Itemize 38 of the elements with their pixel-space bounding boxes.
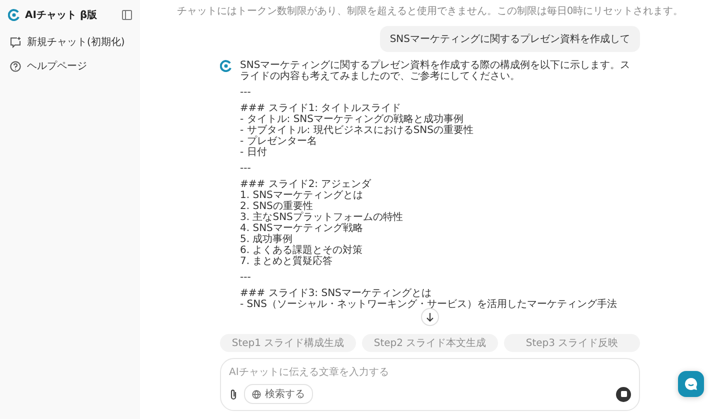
- stop-button[interactable]: [616, 386, 631, 402]
- message-line: 1. SNSマーケティングとは: [240, 190, 364, 201]
- message-line: 7. まとめと質疑応答: [240, 256, 334, 267]
- user-message: SNSマーケティングに関するプレゼン資料を作成して: [380, 26, 640, 52]
- message-line: SNSマーケティングに関するプレゼン資料を作成する際の構成例を以下に示します。スライドの内容も考えてみましたので、ご参考にしてください。: [240, 60, 632, 82]
- message-line: ---: [240, 163, 252, 174]
- message-line: 2. SNSの重要性: [240, 201, 314, 212]
- message-line: 5. 成功事例: [240, 234, 293, 245]
- message-line: ---: [240, 87, 252, 98]
- logo-icon: [8, 9, 20, 21]
- scroll-down-button[interactable]: [421, 308, 439, 326]
- message-line: - プレゼンター名: [240, 136, 318, 147]
- logo-icon: [220, 60, 232, 72]
- message-line: ### スライド2: アジェンダ: [240, 179, 372, 190]
- message-line: 3. 主なSNSプラットフォームの特性: [240, 212, 404, 223]
- stop-icon: [620, 391, 626, 397]
- message-line: 6. よくある課題とその対策: [240, 245, 364, 256]
- message-line: - 日付: [240, 147, 268, 158]
- chat-bubble-icon: [684, 377, 698, 391]
- message-line: ### スライド1: タイトルスライド: [240, 103, 402, 114]
- message-line: ---: [240, 272, 252, 283]
- message-line: ### スライド3: SNSマーケティングとは: [240, 288, 432, 299]
- sidebar-item[interactable]: ヘルプページ: [6, 56, 134, 76]
- sidebar-toggle-icon[interactable]: [122, 10, 132, 20]
- new-chat-icon: [10, 36, 21, 48]
- search-button[interactable]: 検索する: [244, 384, 313, 404]
- sidebar-item[interactable]: 新規チャット(初期化): [6, 32, 134, 52]
- message-line: - タイトル: SNSマーケティングの戦略と成功事例: [240, 114, 464, 125]
- notice-text: チャットにはトークン数制限があり、制限を超えると使用できません。この制限は毎日0時にリセットされます。: [176, 4, 684, 18]
- arrow-down-icon: [426, 312, 434, 322]
- message-line: 4. SNSマーケティング戦略: [240, 223, 364, 234]
- help-icon: [10, 60, 21, 72]
- message-line: - サブタイトル: 現代ビジネスにおけるSNSの重要性: [240, 125, 475, 136]
- globe-icon: [252, 390, 261, 398]
- message-line: - SNS（ソーシャル・ネットワーキング・サービス）を活用したマーケティング手法: [240, 299, 618, 310]
- brand-title: AIチャット β版: [25, 8, 98, 22]
- chat-support-button[interactable]: [678, 371, 704, 397]
- paperclip-icon[interactable]: [229, 388, 238, 400]
